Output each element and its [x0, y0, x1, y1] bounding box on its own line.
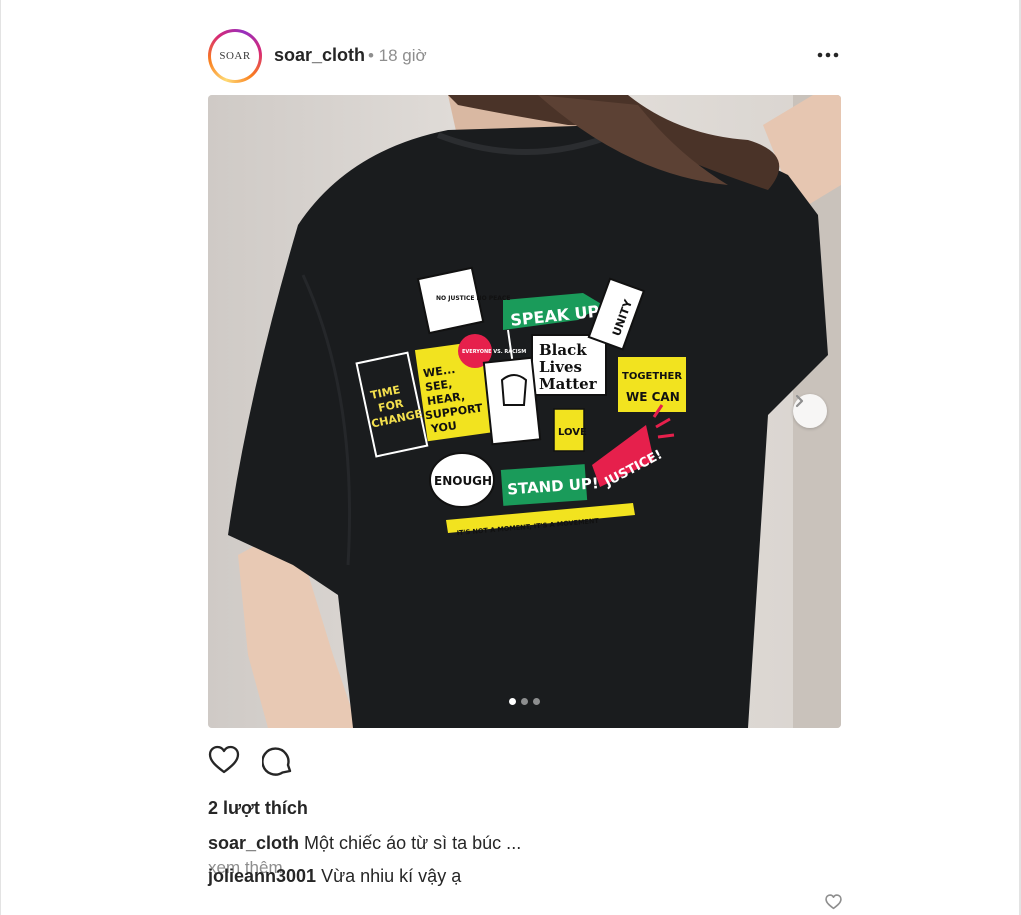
left-border — [0, 0, 1, 915]
post-image[interactable]: SPEAK UP! NO JUSTICE NO PEACE Black Live… — [208, 95, 841, 728]
author-username[interactable]: soar_cloth — [274, 45, 365, 66]
print-blm-3: Matter — [539, 375, 598, 393]
avatar-inner: SOAR — [211, 32, 259, 80]
carousel-dot — [533, 698, 540, 705]
carousel-dot — [509, 698, 516, 705]
caption: soar_cloth Một chiếc áo từ sì ta búc ... — [208, 833, 808, 854]
comment-text: Vừa nhiu kí vậy ạ — [321, 866, 462, 886]
chevron-right-icon — [795, 394, 804, 408]
print-blm-2: Lives — [539, 358, 582, 376]
comment-row: jolieann3001 Vừa nhiu kí vậy ạ — [208, 866, 808, 887]
comment-username[interactable]: jolieann3001 — [208, 866, 316, 886]
caption-username[interactable]: soar_cloth — [208, 833, 299, 853]
heart-icon — [208, 745, 240, 774]
tshirt-photo: SPEAK UP! NO JUSTICE NO PEACE Black Live… — [208, 95, 841, 728]
heart-icon — [825, 894, 842, 910]
print-enough: ENOUGH — [434, 474, 492, 488]
comment-icon — [261, 747, 292, 776]
print-no-justice: NO JUSTICE NO PEACE — [436, 295, 510, 302]
print-together-2: WE CAN — [626, 390, 680, 404]
comment-like-button[interactable] — [825, 894, 842, 911]
carousel-dot — [521, 698, 528, 705]
carousel-indicator — [208, 698, 841, 705]
post-header: SOAR soar_cloth • 18 giờ — [208, 29, 841, 83]
caption-text: Một chiếc áo từ sì ta búc ... — [304, 833, 522, 853]
print-together-1: TOGETHER — [622, 371, 682, 382]
more-icon[interactable] — [815, 42, 841, 68]
brand-logo: SOAR — [219, 50, 251, 62]
print-blm-1: Black — [539, 341, 587, 359]
print-love: LOVE — [558, 427, 587, 438]
print-everyone: EVERYONE VS. RACISM — [462, 349, 526, 355]
avatar[interactable]: SOAR — [208, 29, 262, 83]
next-slide-button[interactable] — [793, 394, 827, 428]
post-time: • 18 giờ — [368, 46, 427, 65]
comment-button[interactable] — [261, 745, 296, 779]
like-button[interactable] — [208, 745, 242, 779]
likes-count[interactable]: 2 lượt thích — [208, 798, 308, 819]
